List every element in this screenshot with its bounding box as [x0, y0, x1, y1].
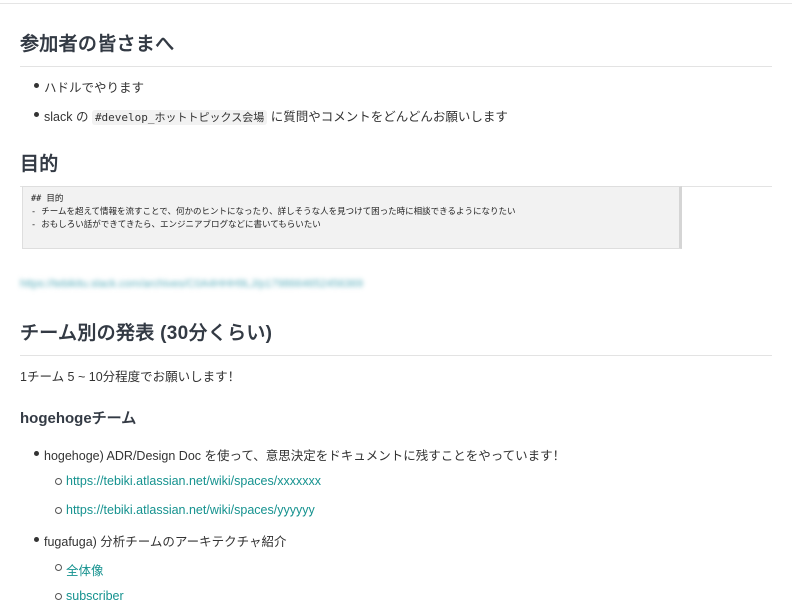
circle-bullet-icon: [55, 593, 62, 600]
bullet-icon: [34, 112, 39, 117]
link-subscriber[interactable]: subscriber: [66, 589, 124, 603]
participants-item-slack: slack の #develop_ホットトピックス会場 に質問やコメントをどんど…: [44, 106, 508, 125]
wiki-link-xxxxxxx[interactable]: https://tebiki.atlassian.net/wiki/spaces…: [66, 474, 321, 488]
teams-heading: チーム別の発表 (30分くらい): [20, 318, 772, 356]
code-line: - チームを超えて情報を流すことで、何かのヒントになったり、詳しそうな人を見つけ…: [31, 207, 516, 217]
circle-bullet-icon: [55, 564, 62, 571]
top-divider: [0, 3, 792, 4]
purpose-code-block: ## 目的 - チームを超えて情報を流すことで、何かのヒントになったり、詳しそうな…: [22, 186, 682, 249]
slack-suffix: に質問やコメントをどんどんお願いします: [267, 110, 508, 124]
blurred-slack-link[interactable]: https://tebikitu.slack.com/archives/C0A4…: [20, 278, 363, 290]
bullet-icon: [34, 451, 39, 456]
link-overview[interactable]: 全体像: [66, 560, 104, 579]
team-item-hogehoge: hogehoge) ADR/Design Doc を使って、意思決定をドキュメン…: [44, 449, 566, 463]
participants-heading: 参加者の皆さまへ: [20, 29, 772, 67]
participants-item-huddle: ハドルでやります: [44, 81, 145, 95]
teams-intro: 1チーム 5 ~ 10分程度でお願いします！: [20, 370, 241, 384]
circle-bullet-icon: [55, 507, 62, 514]
purpose-heading: 目的: [20, 149, 772, 187]
team-item-fugafuga: fugafuga) 分析チームのアーキテクチャ紹介: [44, 535, 287, 549]
bullet-icon: [34, 83, 39, 88]
team-heading: hogehogeチーム: [20, 410, 137, 427]
wiki-link-yyyyyy[interactable]: https://tebiki.atlassian.net/wiki/spaces…: [66, 503, 315, 517]
circle-bullet-icon: [55, 478, 62, 485]
code-line: - おもしろい話ができてきたら、エンジニアブログなどに書いてもらいたい: [31, 220, 321, 230]
slack-channel-code: #develop_ホットトピックス会場: [91, 110, 268, 125]
bullet-icon: [34, 537, 39, 542]
slack-prefix: slack の: [44, 110, 92, 124]
code-line: ## 目的: [31, 194, 64, 204]
